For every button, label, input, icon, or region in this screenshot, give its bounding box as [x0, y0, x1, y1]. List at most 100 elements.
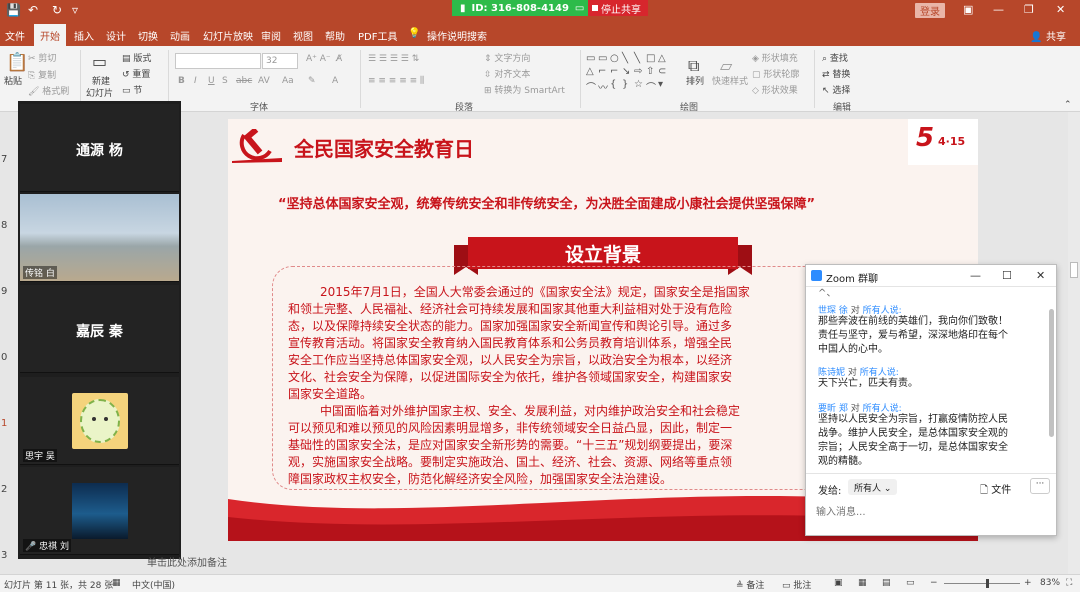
maximize-icon[interactable]: ☐	[1002, 269, 1012, 282]
normal-view-icon[interactable]: ▣	[834, 578, 843, 588]
language-indicator[interactable]: 中文(中国)	[132, 578, 175, 591]
slide-title[interactable]: 全民国家安全教育日	[294, 133, 474, 162]
close-icon[interactable]: ✕	[1056, 3, 1065, 16]
file-button[interactable]: 🗋 文件	[980, 481, 1011, 500]
select-button[interactable]: ↖ 选择	[822, 83, 850, 96]
highlight-icon[interactable]: ✎	[308, 76, 316, 86]
align-text-button[interactable]: ⇳ 对齐文本	[484, 67, 530, 80]
char-spacing-icon[interactable]: AV	[258, 76, 270, 86]
layout-button[interactable]: ▤ 版式	[122, 51, 151, 64]
tab-design[interactable]: 设计	[106, 28, 126, 43]
copy-button[interactable]: ⎘ 复制	[28, 68, 56, 81]
slideshow-view-icon[interactable]: ▭	[906, 578, 915, 588]
more-options-button[interactable]: ···	[1030, 478, 1050, 494]
tab-animations[interactable]: 动画	[170, 28, 190, 43]
participant-tile[interactable]: 通源 杨	[20, 104, 179, 192]
participant-avatar-tile[interactable]: 🎤 忠祺 刘	[20, 467, 179, 555]
slide-number[interactable]: 3	[1, 550, 7, 561]
stop-share-button[interactable]: 停止共享	[588, 0, 648, 16]
slide-number[interactable]: 0	[1, 352, 7, 363]
zoom-slider[interactable]	[944, 579, 1020, 588]
tab-review[interactable]: 审阅	[261, 28, 281, 43]
banner-text[interactable]: 设立背景	[454, 240, 752, 267]
tab-home[interactable]: 开始	[34, 24, 66, 46]
smartart-button[interactable]: ⊞ 转换为 SmartArt	[484, 83, 565, 96]
zoom-meeting-id-badge[interactable]: ▮ ID: 316-808-4149 ▭	[452, 0, 588, 16]
shape-fill-button[interactable]: ◈ 形状填充	[752, 51, 798, 64]
tab-help[interactable]: 帮助	[325, 28, 345, 43]
minimize-icon[interactable]: —	[970, 269, 981, 282]
italic-icon[interactable]: I	[194, 76, 197, 86]
notes-toggle[interactable]: ≜ 备注	[736, 578, 764, 591]
reset-button[interactable]: ↺ 重置	[122, 67, 150, 80]
find-button[interactable]: ⌕ 查找	[822, 51, 848, 64]
comments-toggle[interactable]: ▭ 批注	[782, 578, 811, 591]
shadow-icon[interactable]: S	[222, 76, 228, 86]
slide-number[interactable]: 8	[1, 220, 7, 231]
bullets-icon[interactable]: ☰ ☰ ☰ ☰ ⇅	[368, 54, 419, 64]
change-case-icon[interactable]: Aa	[282, 76, 294, 86]
tab-transitions[interactable]: 切换	[138, 28, 158, 43]
zoom-in-icon[interactable]: +	[1024, 578, 1032, 588]
slide-number[interactable]: 2	[1, 484, 7, 495]
shapes-gallery[interactable]: ▭ ▭ ○ ╲ ╲ □ △ △ ⌐ ⌐ ↘ ⇨ ⇧ ⊂ ⌒ 〰{} ☆ ⌒ ▾	[586, 53, 670, 94]
minimize-icon[interactable]: —	[993, 3, 1004, 16]
zoom-out-icon[interactable]: −	[930, 578, 938, 588]
clear-format-icon[interactable]: A̸	[336, 54, 342, 64]
scrollbar-thumb[interactable]	[1070, 262, 1078, 278]
arrange-icon[interactable]: ⧉	[688, 56, 699, 76]
format-painter-button[interactable]: 🖌 格式刷	[28, 84, 69, 97]
replace-button[interactable]: ⇄ 替换	[822, 67, 850, 80]
quick-styles-button[interactable]: 快速样式	[712, 74, 748, 87]
font-name-field[interactable]	[175, 53, 261, 69]
text-direction-button[interactable]: ⇕ 文字方向	[484, 51, 530, 64]
participant-avatar-tile[interactable]: 思宇 吴	[20, 377, 179, 465]
share-button[interactable]: 👤 共享	[1030, 28, 1066, 43]
shape-outline-button[interactable]: ▢ 形状轮廓	[752, 67, 799, 80]
strikethrough-icon[interactable]: abc	[236, 76, 252, 86]
font-color-icon[interactable]: A	[332, 76, 338, 86]
recipient-dropdown[interactable]: 所有人 ⌄	[848, 479, 898, 495]
redo-icon[interactable]: ↻	[52, 3, 62, 17]
fit-slide-icon[interactable]: ⛶	[1066, 578, 1072, 588]
participant-video-tile[interactable]: 传铭 白	[20, 194, 179, 282]
cut-button[interactable]: ✂ 剪切	[28, 51, 56, 64]
grow-font-icon[interactable]: A⁺ A⁻	[306, 54, 331, 64]
zoom-slider-thumb[interactable]	[986, 579, 989, 588]
notes-placeholder[interactable]: 单击此处添加备注	[147, 554, 227, 569]
slide-number[interactable]: 1	[1, 418, 7, 429]
new-slide-label-2[interactable]: 幻灯片	[86, 86, 113, 99]
tab-insert[interactable]: 插入	[74, 28, 94, 43]
collapse-ribbon-icon[interactable]: ⌃	[1064, 100, 1072, 110]
save-icon[interactable]: 💾	[6, 3, 21, 17]
close-icon[interactable]: ✕	[1036, 269, 1045, 282]
login-button[interactable]: 登录	[915, 3, 945, 18]
arrange-button[interactable]: 排列	[686, 74, 704, 87]
paste-button[interactable]: 粘贴	[4, 74, 22, 87]
align-icons[interactable]: ≡ ≡ ≡ ≡ ≡ ⫼	[368, 76, 424, 86]
chat-message-input[interactable]	[816, 502, 1046, 522]
slide-thumbnail-strip[interactable]: 7 8 9 0 1 2 3	[0, 112, 18, 574]
ribbon-display-icon[interactable]: ▣	[963, 3, 973, 16]
customize-qat-icon[interactable]: ▿	[72, 3, 78, 17]
tab-view[interactable]: 视图	[293, 28, 313, 43]
reading-view-icon[interactable]: ▤	[882, 578, 891, 588]
slide-quote[interactable]: “坚持总体国家安全观，统筹传统安全和非传统安全，为决胜全面建成小康社会提供坚强保…	[278, 193, 815, 212]
tab-pdf-tools[interactable]: PDF工具	[358, 28, 397, 43]
section-button[interactable]: ▭ 节	[122, 83, 142, 96]
underline-icon[interactable]: U	[208, 76, 215, 86]
undo-icon[interactable]: ↶	[28, 3, 38, 17]
chat-scrollbar[interactable]	[1049, 309, 1054, 437]
slide-number[interactable]: 9	[1, 286, 7, 297]
paste-icon[interactable]: 📋	[6, 52, 28, 73]
tab-file[interactable]: 文件	[5, 28, 25, 43]
new-slide-icon[interactable]: ▭	[92, 52, 107, 71]
vertical-scrollbar[interactable]	[1068, 112, 1080, 574]
slide-number[interactable]: 7	[1, 154, 7, 165]
tab-slideshow[interactable]: 幻灯片放映	[203, 28, 253, 43]
slide-sorter-icon[interactable]: ▦	[858, 578, 867, 588]
spellcheck-icon[interactable]: ▦	[112, 578, 121, 588]
quick-styles-icon[interactable]: ▱	[720, 56, 732, 75]
shape-effects-button[interactable]: ◇ 形状效果	[752, 83, 798, 96]
tell-me-search[interactable]: 操作说明搜索	[427, 28, 487, 43]
